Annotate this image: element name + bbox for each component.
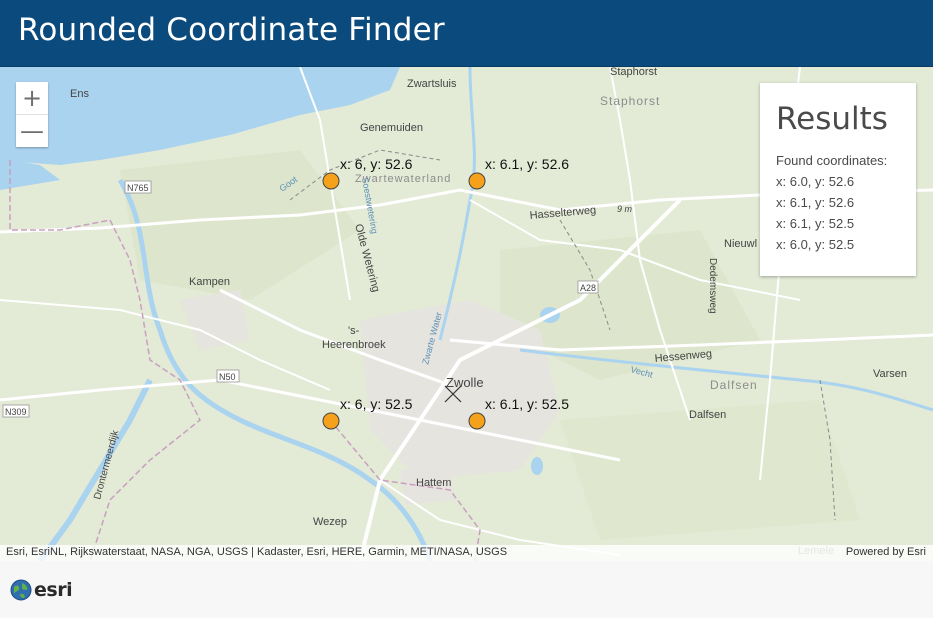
map-label-9m: 9 m (617, 204, 633, 214)
found-coordinates-label: Found coordinates: (776, 153, 888, 168)
map-label-varsen: Varsen (873, 368, 907, 380)
point-label: x: 6, y: 52.5 (340, 396, 413, 412)
result-item: x: 6.1, y: 52.5 (776, 216, 855, 231)
result-item: x: 6.0, y: 52.6 (776, 174, 855, 189)
map-label-a28: A28 (580, 283, 596, 293)
map-label-dedemsweg: Dedemsweg (707, 258, 718, 314)
map-label-n765: N765 (127, 183, 149, 193)
powered-by-esri[interactable]: Powered by Esri (846, 546, 926, 558)
map-label-heerenbroek: Heerenbroek (322, 339, 386, 351)
zoom-out-button[interactable]: — (16, 114, 48, 147)
point-label: x: 6.1, y: 52.5 (485, 396, 569, 412)
coordinate-point[interactable] (468, 412, 486, 430)
app-header: Rounded Coordinate Finder (0, 0, 933, 67)
point-label: x: 6, y: 52.6 (340, 156, 413, 172)
esri-logo[interactable]: esri (10, 579, 73, 601)
map-label-dalfsen: Dalfsen (689, 409, 726, 421)
results-title: Results (776, 101, 888, 137)
result-item: x: 6.1, y: 52.6 (776, 195, 855, 210)
globe-icon (10, 579, 32, 601)
map-label-dalfsen-area: Dalfsen (710, 378, 758, 392)
map-label-genemuiden: Genemuiden (360, 122, 423, 134)
map-label-nieuwl: Nieuwl (724, 238, 757, 250)
map-label-kampen: Kampen (189, 276, 230, 288)
map-label-n309: N309 (5, 407, 27, 417)
zoom-in-button[interactable]: + (16, 82, 48, 114)
results-panel: Results Found coordinates: x: 6.0, y: 52… (760, 83, 916, 276)
point-label: x: 6.1, y: 52.6 (485, 156, 569, 172)
attribution-bar: Esri, EsriNL, Rijkswaterstaat, NASA, NGA… (0, 545, 933, 561)
footer (0, 561, 933, 618)
app-title: Rounded Coordinate Finder (18, 12, 445, 48)
map-label-hattem: Hattem (416, 477, 451, 489)
esri-logo-text: esri (34, 579, 73, 601)
map-label-wezep: Wezep (313, 516, 347, 528)
result-item: x: 6.0, y: 52.5 (776, 237, 855, 252)
map-label-n50: N50 (219, 372, 236, 382)
map-label-zwolle: Zwolle (446, 375, 484, 390)
attribution-text[interactable]: Esri, EsriNL, Rijkswaterstaat, NASA, NGA… (6, 546, 507, 558)
map-label-staphorst-area: Staphorst (600, 94, 660, 108)
zoom-control: + — (16, 82, 48, 147)
map-label-staphorst: Staphorst (610, 67, 657, 78)
map-label-ens: Ens (70, 88, 89, 100)
coordinate-point[interactable] (468, 172, 486, 190)
coordinate-point[interactable] (322, 172, 340, 190)
map-label-zwartsluis: Zwartsluis (407, 78, 457, 90)
map-label-s: 's- (348, 325, 360, 337)
coordinate-point[interactable] (322, 412, 340, 430)
